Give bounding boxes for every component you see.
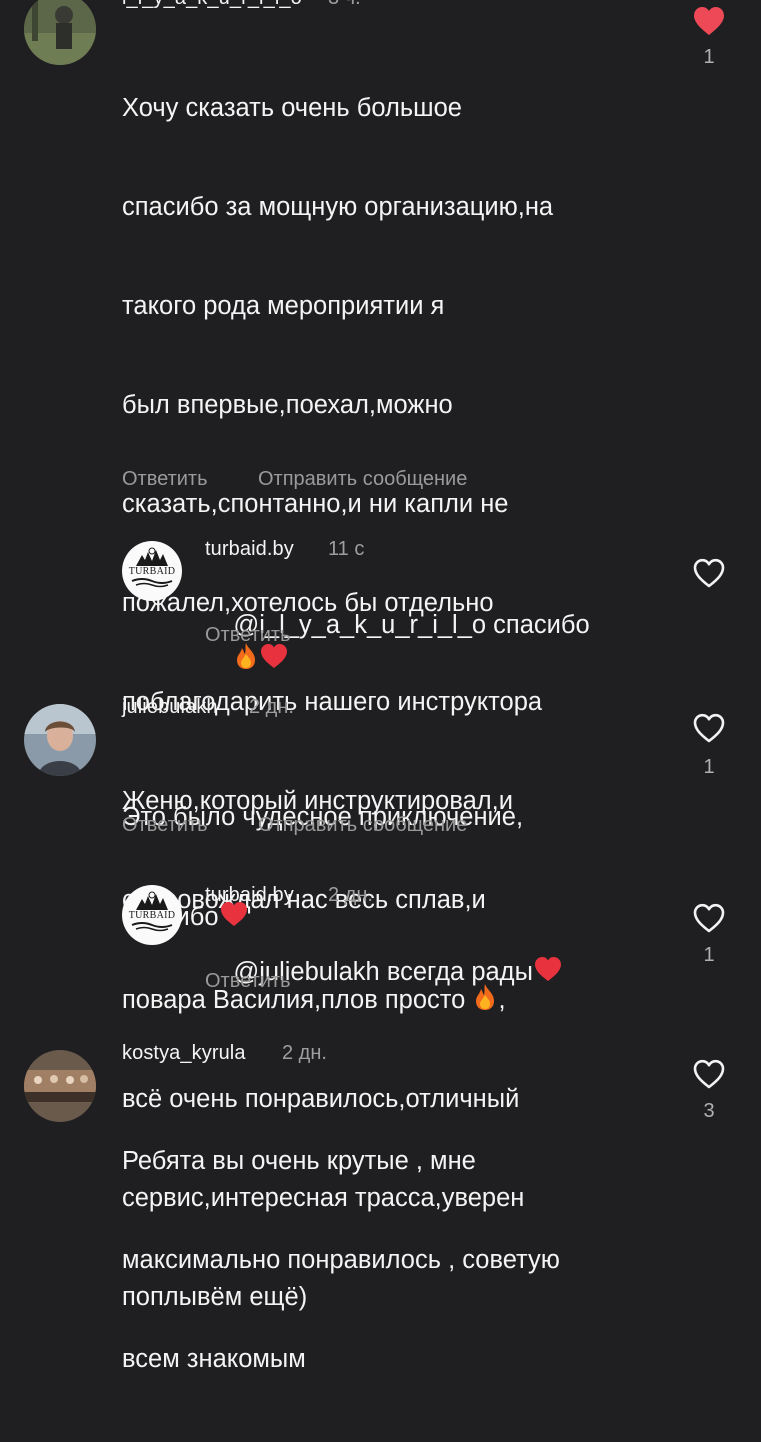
like-count: 1 (703, 46, 715, 68)
comment-text: Ребята вы очень крутые , мне максимально… (122, 1079, 560, 1442)
comment-time: 2 дн. (282, 1042, 327, 1064)
logo-text: TURBAID (128, 566, 176, 577)
avatar[interactable] (24, 1050, 96, 1122)
send-message-button[interactable]: Отправить сообщение (258, 814, 467, 837)
avatar[interactable] (24, 0, 96, 65)
brand-avatar[interactable]: TURBAID (122, 541, 182, 601)
red-heart-emoji-icon (534, 957, 561, 981)
heart-outline-icon[interactable] (692, 557, 726, 589)
reply-username[interactable]: turbaid.by (205, 538, 294, 561)
comment-line: максимально понравилось , советую (122, 1246, 560, 1274)
comment-line: такого рода мероприятии я (122, 292, 445, 320)
comment-time: 3 ч. (328, 0, 361, 10)
send-message-button[interactable]: Отправить сообщение (258, 468, 467, 491)
heart-outline-icon[interactable] (692, 902, 726, 934)
comment-line: Ребята вы очень крутые , мне (122, 1147, 476, 1175)
avatar[interactable] (24, 704, 96, 776)
reply-time: 2 дн. (328, 884, 373, 906)
reply-username[interactable]: turbaid.by (205, 884, 294, 907)
comment-line: всем знакомым (122, 1345, 306, 1373)
comment-line: был впервые,поехал,можно (122, 391, 453, 419)
brand-avatar[interactable]: TURBAID (122, 885, 182, 945)
reply-button[interactable]: Ответить (122, 814, 208, 837)
avatar-photo (24, 0, 96, 65)
reply-button[interactable]: Ответить (122, 468, 208, 491)
like-count: 3 (703, 1100, 715, 1122)
avatar-photo (24, 704, 96, 776)
like-count: 1 (703, 944, 715, 966)
heart-outline-icon[interactable] (692, 712, 726, 744)
comment-time: 2 дн. (249, 696, 294, 718)
comment-line: спасибо за мощную организацию,на (122, 193, 554, 221)
reply-button[interactable]: Ответить (205, 970, 291, 993)
avatar-photo (24, 1050, 96, 1122)
logo-text: TURBAID (128, 910, 176, 921)
comment-line: Хочу сказать очень большое (122, 94, 462, 122)
reply-time: 11 с (328, 538, 365, 560)
like-count: 1 (703, 756, 715, 778)
heart-outline-icon[interactable] (692, 1058, 726, 1090)
comment-username[interactable]: kostya_kyrula (122, 1042, 246, 1065)
comment-line: сказать,спонтанно,и ни капли не (122, 490, 509, 518)
comment-username[interactable]: juliebulakh (122, 696, 218, 719)
reply-message: всегда рады (386, 958, 533, 986)
reply-message: спасибо (493, 611, 590, 639)
reply-button[interactable]: Ответить (205, 624, 291, 647)
heart-filled-icon[interactable] (692, 5, 726, 37)
comment-username[interactable]: i_l_y_a_k_u_r_i_l_o (122, 0, 302, 10)
